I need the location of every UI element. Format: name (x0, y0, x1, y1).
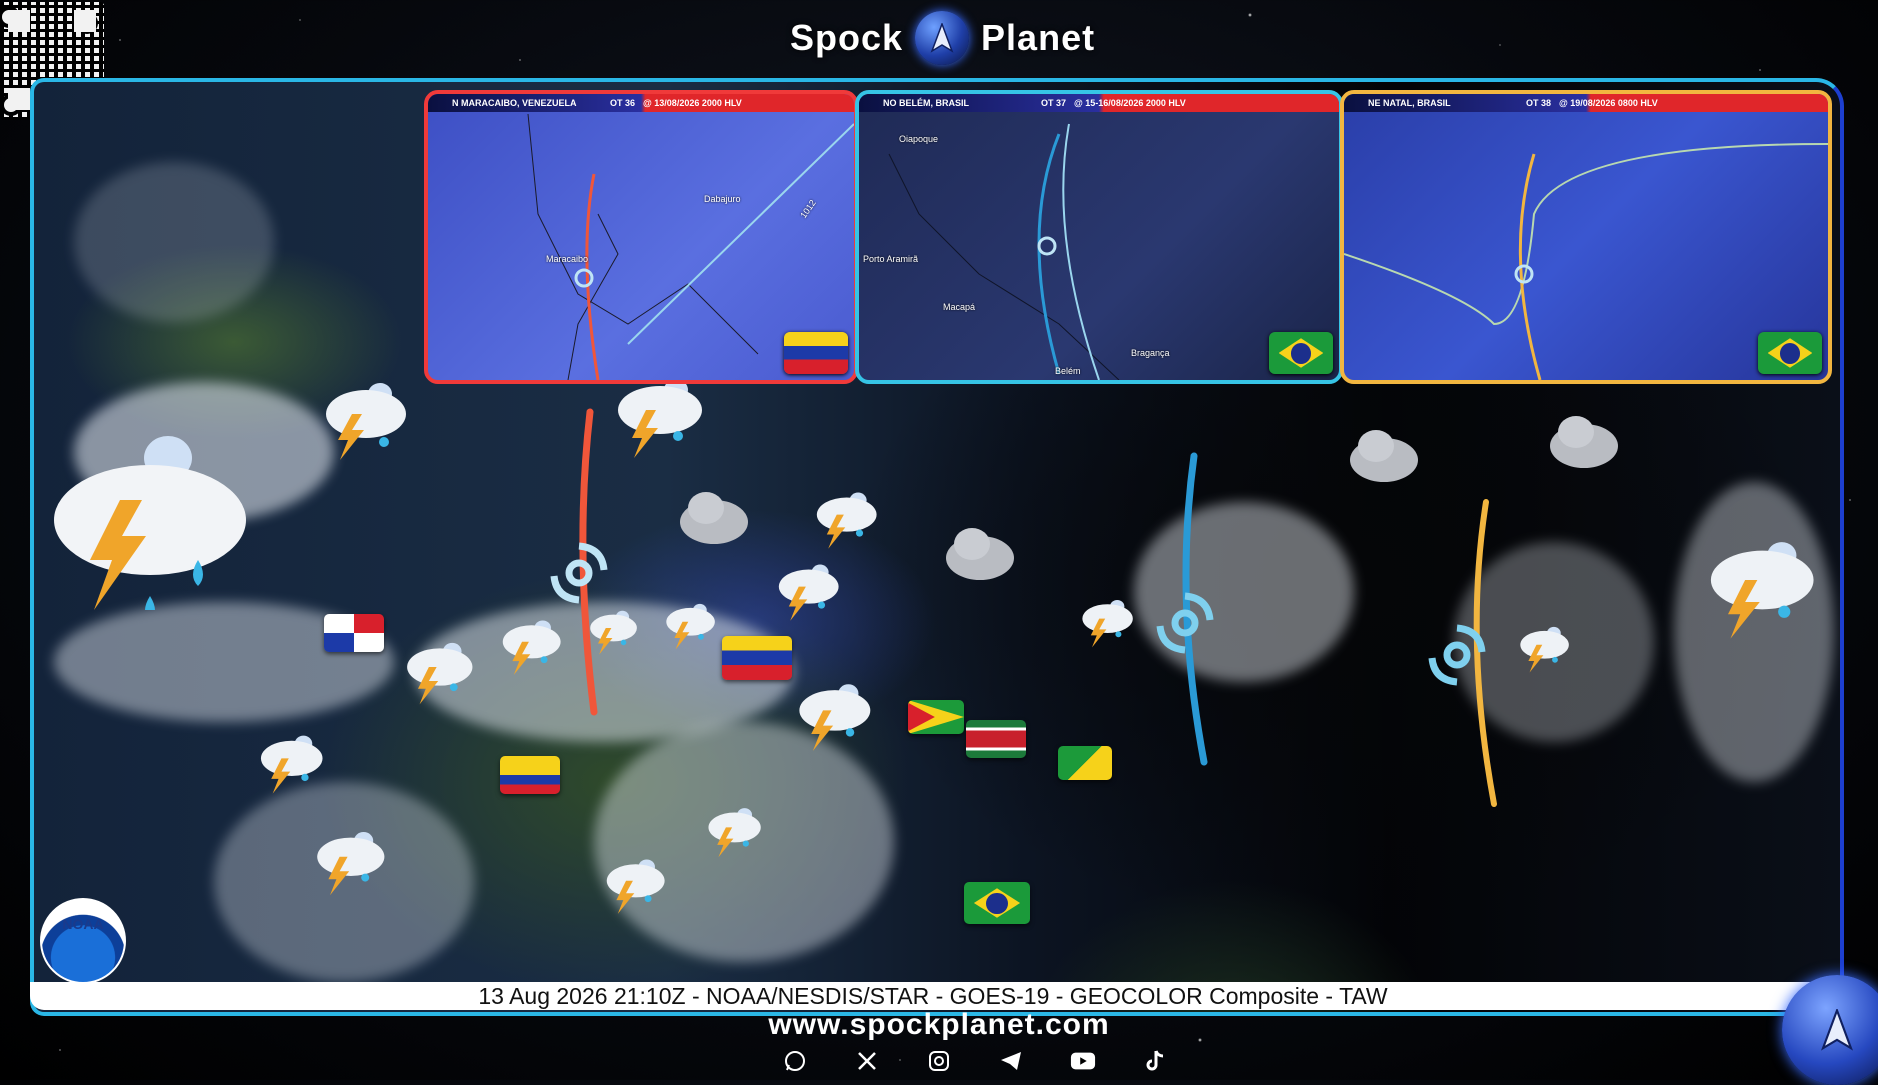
suriname-flag (966, 720, 1026, 758)
inset-ot38: NE NATAL, BRASIL OT 38 @ 19/08/2026 0800… (1340, 90, 1832, 384)
thunderstorm-icon (317, 832, 385, 896)
map-label: Dabajuro (704, 194, 741, 204)
cloud-icon (1350, 430, 1418, 482)
thunderstorm-icon (816, 492, 877, 549)
tropical-storm-icon (1156, 592, 1214, 654)
thunderstorm-icon (708, 808, 761, 858)
thunderstorm-icon (326, 383, 406, 460)
cloud-icon (680, 492, 748, 544)
cloud-icon (946, 528, 1014, 580)
thunderstorm-icon (799, 684, 871, 751)
thunderstorm-icon (606, 859, 665, 914)
brand-header: Spock Planet (790, 8, 1095, 68)
tropical-storm-icon (550, 542, 608, 604)
french-guiana-flag (1058, 746, 1112, 780)
qr-eye (0, 94, 22, 116)
inset-ot36: N MARACAIBO, VENEZUELA OT 36 @ 13/08/202… (424, 90, 858, 384)
telegram-icon[interactable] (998, 1048, 1024, 1074)
map-label: Oiapoque (899, 134, 939, 144)
thunderstorm-icon (502, 620, 561, 675)
noaa-logo: NOAA (40, 898, 126, 984)
qr-eye (76, 12, 98, 34)
youtube-icon[interactable] (1070, 1048, 1096, 1074)
social-links (782, 1048, 1168, 1074)
thunderstorm-icon (260, 735, 323, 794)
website-link[interactable]: www.spockplanet.com (0, 1008, 1878, 1042)
thunderstorm-icon (1710, 542, 1814, 639)
tropical-storm-icon (1428, 624, 1486, 686)
panama-flag (324, 614, 384, 652)
whatsapp-icon[interactable] (782, 1048, 808, 1074)
qr-eye (0, 6, 20, 28)
thunderstorm-icon (618, 379, 702, 458)
map-label: Belém (1055, 366, 1081, 376)
inset-ot37: NO BELÉM, BRASIL OT 37 @ 15-16/08/2026 2… (855, 90, 1343, 384)
thunderstorm-icon (666, 603, 715, 650)
brazil-flag (964, 882, 1030, 924)
map-label: Bragança (1131, 348, 1170, 358)
brand-right: Planet (981, 17, 1096, 58)
colombia-flag (500, 756, 560, 794)
x-icon[interactable] (854, 1048, 880, 1074)
map-label: Porto Aramirã (863, 254, 919, 264)
venezuela-flag (784, 332, 848, 374)
thunderstorm-icon (407, 642, 473, 705)
noaa-text: NOAA (62, 916, 104, 932)
instagram-icon[interactable] (926, 1048, 952, 1074)
map-label: Maracaibo (546, 254, 589, 264)
cloud-icon (1550, 416, 1618, 468)
image-caption: 13 Aug 2026 21:10Z - NOAA/NESDIS/STAR - … (30, 982, 1836, 1010)
inset-map-lines (1344, 143, 1828, 380)
brazil-flag (1269, 332, 1333, 374)
thunderstorm-icon (778, 564, 839, 621)
planet-logo-icon (915, 11, 970, 65)
map-label: Macapá (943, 302, 976, 312)
brand-left: Spock (790, 17, 904, 58)
guyana-flag (908, 700, 964, 734)
thunderstorm-icon (1520, 626, 1569, 673)
thunderstorm-icon (590, 610, 637, 655)
venezuela-flag (722, 636, 792, 680)
tiktok-icon[interactable] (1142, 1048, 1168, 1074)
brazil-flag (1758, 332, 1822, 374)
thunderstorm-icon (1082, 600, 1133, 648)
thunderstorm-icon (54, 436, 246, 610)
